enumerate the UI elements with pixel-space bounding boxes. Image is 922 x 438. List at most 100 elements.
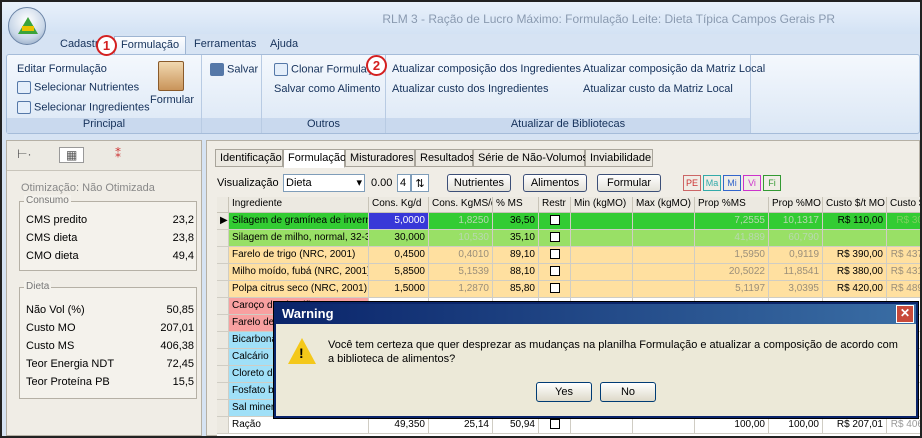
tab-misturadores[interactable]: Misturadores bbox=[345, 149, 415, 167]
grid-cell-min[interactable] bbox=[571, 281, 633, 298]
grid-cell-restr[interactable] bbox=[539, 417, 571, 434]
atualizar-composicao-matriz-button[interactable]: Atualizar composição da Matriz Local bbox=[583, 63, 765, 75]
restr-checkbox[interactable] bbox=[549, 283, 560, 293]
nutrientes-button[interactable]: Nutrientes bbox=[447, 174, 511, 192]
editar-formulacao-button[interactable]: Editar Formulação bbox=[17, 63, 107, 75]
yes-button[interactable]: Yes bbox=[536, 382, 592, 402]
grid-cell-min[interactable] bbox=[571, 417, 633, 434]
grid-cell-pct-ms[interactable]: 85,80 bbox=[493, 281, 539, 298]
ingredient-name-cell[interactable]: Silagem de milho, normal, 32-38 bbox=[229, 230, 369, 247]
grid-cell-cons-kg[interactable]: 5,8500 bbox=[369, 264, 429, 281]
fi-toggle[interactable]: Fi bbox=[763, 175, 781, 191]
tree-icon[interactable]: ⊢· bbox=[17, 147, 31, 161]
column-header-restr[interactable]: Restr bbox=[539, 197, 571, 213]
grid-cell-custo-mo[interactable]: R$ 390,00 bbox=[823, 247, 887, 264]
column-header-min[interactable]: Min (kgMO) bbox=[571, 197, 633, 213]
grid-cell-min[interactable] bbox=[571, 247, 633, 264]
close-icon[interactable]: ✕ bbox=[896, 305, 914, 323]
visualizacao-select[interactable]: Dieta ▾ bbox=[283, 174, 365, 192]
row-selector[interactable] bbox=[217, 230, 229, 247]
grid-cell-prop-mo[interactable]: 60,790 bbox=[769, 230, 823, 247]
mi-toggle[interactable]: Mi bbox=[723, 175, 741, 191]
grid-cell-cons-kg[interactable]: 30,000 bbox=[369, 230, 429, 247]
grid-cell-cons-kgms[interactable]: 0,4010 bbox=[429, 247, 493, 264]
ingredient-name-cell[interactable]: Silagem de gramínea de inverno bbox=[229, 213, 369, 230]
grid-cell-prop-ms[interactable]: 41,889 bbox=[695, 230, 769, 247]
grid-cell-max[interactable] bbox=[633, 247, 695, 264]
restr-checkbox[interactable] bbox=[549, 266, 560, 276]
grid-cell-prop-ms[interactable]: 20,5022 bbox=[695, 264, 769, 281]
row-selector[interactable] bbox=[217, 247, 229, 264]
grid-cell-max[interactable] bbox=[633, 213, 695, 230]
grid-cell-restr[interactable] bbox=[539, 264, 571, 281]
column-header-pct-ms[interactable]: % MS bbox=[493, 197, 539, 213]
pe-toggle[interactable]: PE bbox=[683, 175, 701, 191]
grid-cell-restr[interactable] bbox=[539, 281, 571, 298]
ingredient-name-cell[interactable]: Farelo de trigo (NRC, 2001) bbox=[229, 247, 369, 264]
salvar-button[interactable]: Salvar bbox=[210, 63, 258, 76]
column-header-max[interactable]: Max (kgMO) bbox=[633, 197, 695, 213]
grid-cell-custo-mo[interactable] bbox=[823, 230, 887, 247]
salvar-como-alimento-button[interactable]: Salvar como Alimento bbox=[274, 83, 380, 95]
restr-checkbox[interactable] bbox=[549, 419, 560, 429]
grid-cell-cons-kg[interactable]: 49,350 bbox=[369, 417, 429, 434]
tab-serie-nao-volumoso[interactable]: Série de Não-Volumoso bbox=[473, 149, 594, 167]
decimal-input[interactable]: 4 bbox=[397, 174, 411, 192]
grid-cell-prop-mo[interactable]: 11,8541 bbox=[769, 264, 823, 281]
ingredient-name-cell[interactable]: Milho moído, fubá (NRC, 2001) bbox=[229, 264, 369, 281]
grid-cell-max[interactable] bbox=[633, 281, 695, 298]
tab-identificacao[interactable]: Identificação bbox=[215, 149, 283, 167]
row-selector[interactable]: ▶ bbox=[217, 213, 229, 230]
formular-button[interactable]: Formular bbox=[150, 94, 194, 106]
grid-cell-cons-kg[interactable]: 0,4500 bbox=[369, 247, 429, 264]
grid-cell-max[interactable] bbox=[633, 417, 695, 434]
alimentos-button[interactable]: Alimentos bbox=[523, 174, 587, 192]
grid-cell-custo-ms[interactable]: R$ 431 bbox=[887, 264, 920, 281]
row-selector[interactable] bbox=[217, 349, 229, 366]
vi-toggle[interactable]: Vi bbox=[743, 175, 761, 191]
grid-cell-custo-ms[interactable] bbox=[887, 230, 920, 247]
grid-cell-custo-mo[interactable]: R$ 420,00 bbox=[823, 281, 887, 298]
app-orb-button[interactable] bbox=[8, 7, 46, 45]
grid-cell-pct-ms[interactable]: 50,94 bbox=[493, 417, 539, 434]
restr-checkbox[interactable] bbox=[549, 249, 560, 259]
grid-cell-restr[interactable] bbox=[539, 247, 571, 264]
restr-checkbox[interactable] bbox=[549, 232, 560, 242]
tab-inviabilidade[interactable]: Inviabilidade bbox=[585, 149, 653, 167]
grid-cell-restr[interactable] bbox=[539, 213, 571, 230]
column-header-custo-mo[interactable]: Custo $/t MO bbox=[823, 197, 887, 213]
grid-cell-cons-kgms[interactable]: 5,1539 bbox=[429, 264, 493, 281]
grid-cell-pct-ms[interactable]: 35,10 bbox=[493, 230, 539, 247]
restr-checkbox[interactable] bbox=[549, 215, 560, 225]
grid-cell-prop-ms[interactable]: 5,1197 bbox=[695, 281, 769, 298]
grid-cell-min[interactable] bbox=[571, 230, 633, 247]
grid-cell-custo-mo[interactable]: R$ 380,00 bbox=[823, 264, 887, 281]
no-button[interactable]: No bbox=[600, 382, 656, 402]
tab-formulacao-sheet[interactable]: Formulação bbox=[283, 149, 346, 168]
selecionar-nutrientes-button[interactable]: Selecionar Nutrientes bbox=[17, 81, 139, 94]
column-header-prop-mo[interactable]: Prop %MO bbox=[769, 197, 823, 213]
grid-cell-prop-ms[interactable]: 1,5950 bbox=[695, 247, 769, 264]
grid-cell-max[interactable] bbox=[633, 230, 695, 247]
column-header-prop-ms[interactable]: Prop %MS bbox=[695, 197, 769, 213]
grid-cell-custo-mo[interactable]: R$ 110,00 bbox=[823, 213, 887, 230]
row-selector[interactable] bbox=[217, 298, 229, 315]
chart-icon[interactable]: ⁑ bbox=[115, 147, 121, 161]
grid-cell-cons-kg[interactable]: 1,5000 bbox=[369, 281, 429, 298]
row-selector[interactable] bbox=[217, 264, 229, 281]
tab-ajuda[interactable]: Ajuda bbox=[264, 36, 304, 54]
grid-cell-prop-mo[interactable]: 3,0395 bbox=[769, 281, 823, 298]
row-selector[interactable] bbox=[217, 315, 229, 332]
grid-cell-restr[interactable] bbox=[539, 230, 571, 247]
grid-cell-min[interactable] bbox=[571, 264, 633, 281]
grid-cell-custo-ms[interactable]: R$ 489 bbox=[887, 281, 920, 298]
column-header-ingrediente[interactable]: Ingrediente bbox=[229, 197, 369, 213]
grid-cell-prop-ms[interactable]: 100,00 bbox=[695, 417, 769, 434]
grid-cell-max[interactable] bbox=[633, 264, 695, 281]
decimal-spin-icon[interactable]: ⇅ bbox=[411, 174, 429, 192]
grid-cell-pct-ms[interactable]: 36,50 bbox=[493, 213, 539, 230]
column-header-cons-kg[interactable]: Cons. Kg/d bbox=[369, 197, 429, 213]
grid-cell-cons-kgms[interactable]: 10,530 bbox=[429, 230, 493, 247]
atualizar-custo-matriz-button[interactable]: Atualizar custo da Matriz Local bbox=[583, 83, 733, 95]
grid-cell-custo-ms[interactable]: R$ 30 bbox=[887, 213, 920, 230]
